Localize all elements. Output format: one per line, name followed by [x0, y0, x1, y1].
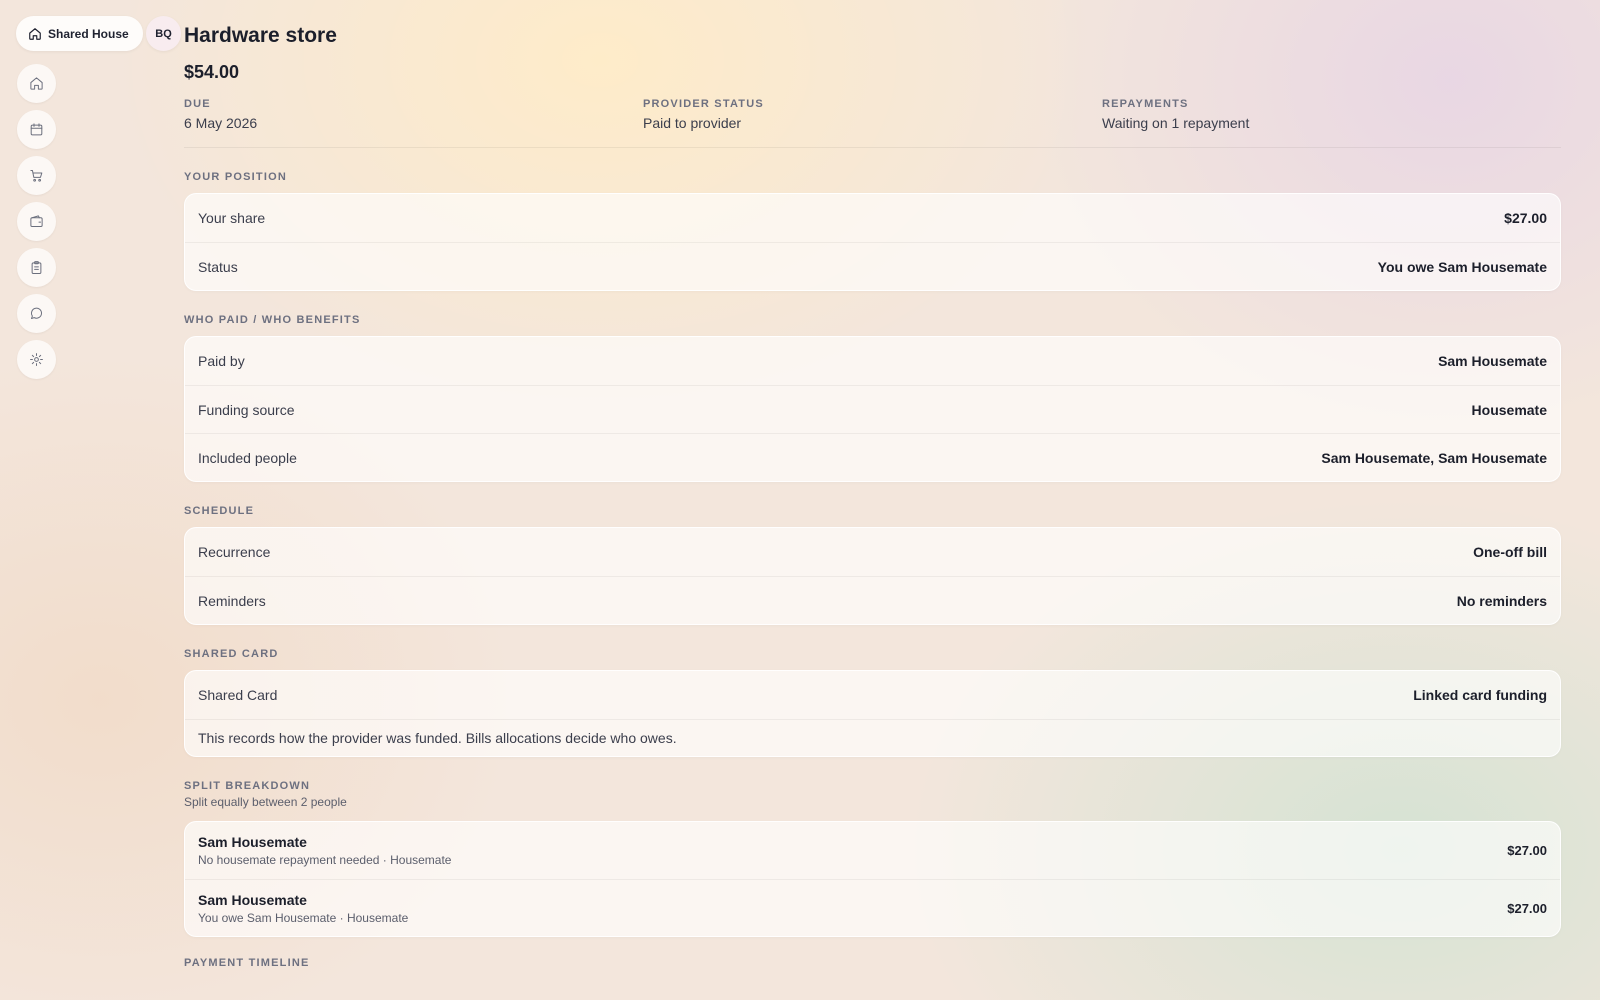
split-row: Sam Housemate You owe Sam Housemate · Ho… — [185, 879, 1560, 936]
cart-icon — [30, 170, 43, 182]
funding-note: This records how the provider was funded… — [185, 719, 1560, 756]
split-person: Sam Housemate No housemate repayment nee… — [198, 834, 452, 867]
nav-chores-button[interactable] — [17, 248, 56, 287]
section-title-payment-timeline: PAYMENT TIMELINE — [184, 957, 310, 969]
house-icon — [29, 27, 41, 40]
household-name: Shared House — [48, 26, 129, 41]
chat-icon — [31, 307, 43, 319]
section-title-shared-card: SHARED CARD — [184, 648, 279, 660]
bill-detail: Hardware store $54.00 DUE 6 May 2026 PRO… — [184, 22, 1561, 979]
avatar-initials: BQ — [155, 27, 172, 40]
nav-bills-button[interactable] — [17, 202, 56, 241]
section-title-your-position: YOUR POSITION — [184, 171, 287, 183]
section-title-who-paid: WHO PAID / WHO BENEFITS — [184, 314, 361, 326]
nav-settings-button[interactable] — [17, 340, 56, 379]
detail-row: Reminders No reminders — [185, 576, 1560, 624]
bill-amount: $54.00 — [184, 62, 240, 82]
detail-row: Included people Sam Housemate, Sam House… — [185, 433, 1560, 481]
page-title: Hardware store — [184, 24, 337, 47]
split-row: Sam Housemate No housemate repayment nee… — [185, 822, 1560, 879]
wallet-icon — [30, 215, 43, 227]
section-title-schedule: SCHEDULE — [184, 505, 255, 517]
shared-card-card: Shared Card Linked card funding This rec… — [184, 670, 1561, 757]
split-amount: $27.00 — [1507, 843, 1547, 858]
bill-meta: DUE 6 May 2026 PROVIDER STATUS Paid to p… — [184, 98, 1561, 148]
meta-repayments: REPAYMENTS Waiting on 1 repayment — [1102, 98, 1250, 131]
detail-row: Paid by Sam Housemate — [198, 353, 1547, 369]
detail-row: Status You owe Sam Housemate — [185, 242, 1560, 290]
who-paid-card: Paid by Sam Housemate Funding source Hou… — [184, 336, 1561, 482]
home-icon — [30, 77, 43, 90]
split-card: Sam Housemate No housemate repayment nee… — [184, 821, 1561, 937]
gear-icon — [30, 353, 43, 366]
split-amount: $27.00 — [1507, 900, 1547, 916]
calendar-icon — [30, 123, 43, 136]
section-title-split: SPLIT BREAKDOWN — [184, 780, 311, 792]
your-position-card: Your share $27.00 Status You owe Sam Hou… — [184, 193, 1561, 291]
nav-calendar-button[interactable] — [17, 110, 56, 149]
split-subtitle: Split equally between 2 people — [184, 795, 347, 809]
clipboard-icon — [31, 261, 42, 274]
household-switcher[interactable]: Shared House — [16, 16, 143, 51]
detail-row: Funding source Housemate — [185, 385, 1560, 433]
meta-provider-status: PROVIDER STATUS Paid to provider — [643, 98, 764, 131]
detail-row: Your share $27.00 — [198, 210, 1547, 226]
nav-chat-button[interactable] — [17, 294, 56, 333]
split-person: Sam Housemate You owe Sam Housemate · Ho… — [198, 891, 409, 925]
detail-row: Shared Card Linked card funding — [198, 687, 1547, 703]
detail-row: Recurrence One-off bill — [198, 544, 1547, 560]
avatar[interactable]: BQ — [146, 16, 181, 51]
nav-shopping-button[interactable] — [17, 156, 56, 195]
nav-home-button[interactable] — [17, 64, 56, 103]
side-rail — [17, 64, 56, 379]
meta-due: DUE 6 May 2026 — [184, 98, 258, 131]
schedule-card: Recurrence One-off bill Reminders No rem… — [184, 527, 1561, 625]
